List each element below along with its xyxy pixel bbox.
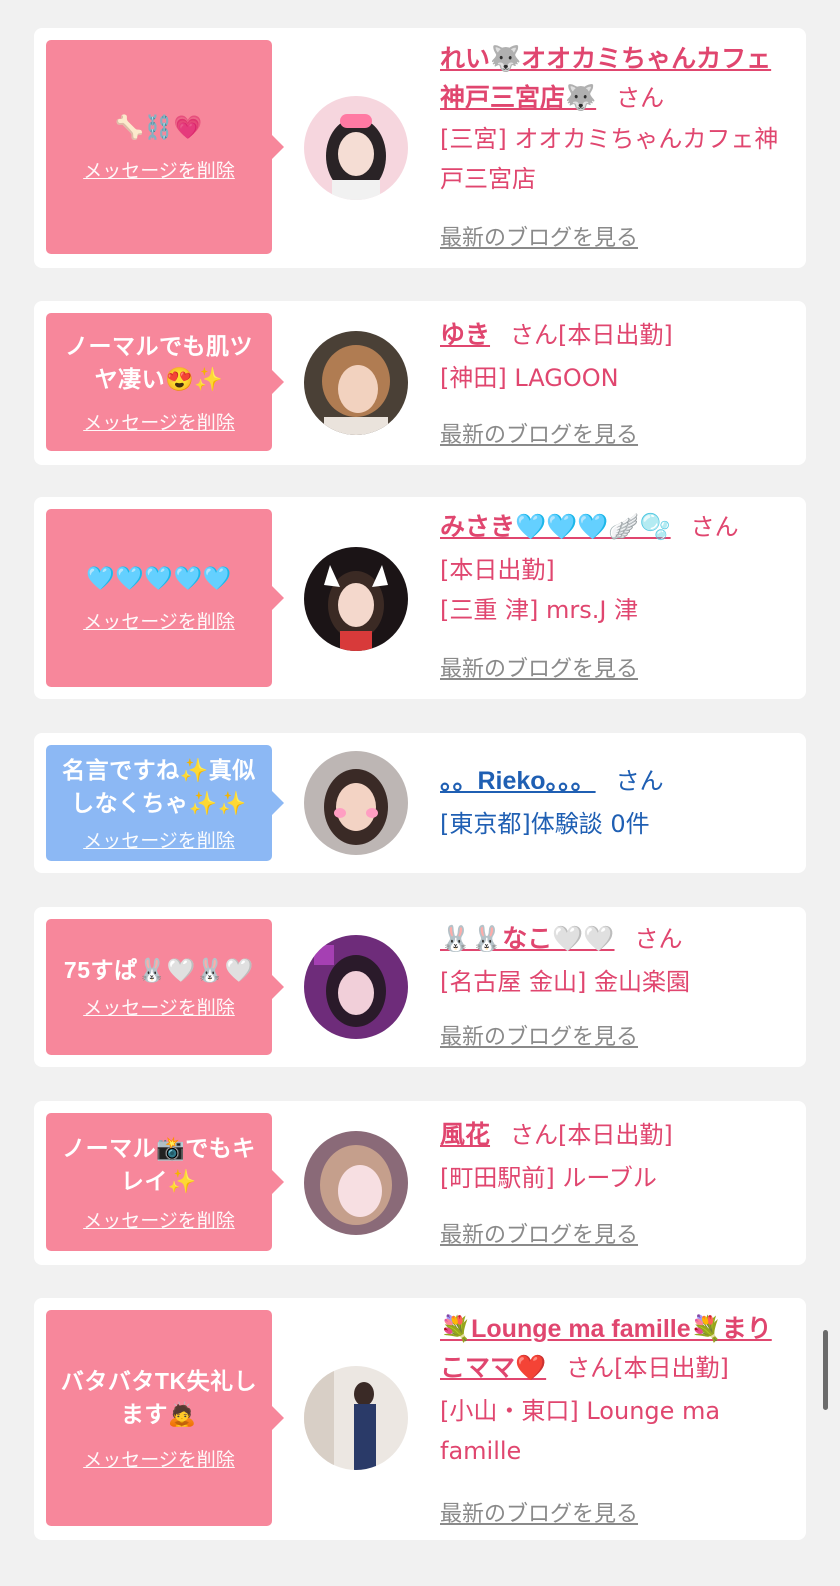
girl-name-link[interactable]: 🐰🐰なこ🤍🤍 [440, 925, 615, 953]
latest-blog-link[interactable]: 最新のブログを見る [440, 417, 638, 449]
shop-info: [名古屋 金山] 金山楽園 [440, 968, 690, 996]
message-text: ノーマルでも肌ツヤ凄い😍✨ [65, 332, 253, 392]
reviewer-name-link[interactable]: 。。Rieko。。。 [440, 767, 596, 795]
girl-name-link[interactable]: れい🐺オオカミちゃんカフェ神戸三宮店🐺 [440, 45, 771, 112]
girl-name-link[interactable]: 風花 [440, 1121, 490, 1149]
latest-blog-link[interactable]: 最新のブログを見る [440, 220, 638, 252]
message-text: ノーマル📸でもキレイ✨ [62, 1134, 256, 1194]
message-card: 75すぱ🐰🤍🐰🤍 メッセージを削除 🐰🐰なこ🤍🤍 さん [名古屋 金山] 金山楽園… [34, 907, 806, 1067]
status: [本日出勤] [614, 1354, 729, 1382]
delete-message-link[interactable]: メッセージを削除 [83, 408, 235, 435]
message-card: 🦴⛓️💗 メッセージを削除 れい🐺オオカミちゃんカフェ神戸三宮店🐺 さん [三宮]… [34, 28, 806, 268]
message-bubble: ノーマルでも肌ツヤ凄い😍✨ メッセージを削除 [46, 313, 284, 451]
message-text: 75すぱ🐰🤍🐰🤍 [63, 957, 255, 983]
avatar[interactable] [304, 96, 408, 200]
delete-message-link[interactable]: メッセージを削除 [83, 156, 235, 183]
message-card: 名言ですね✨真似しなくちゃ✨✨ メッセージを削除 。。Rieko。。。 さん [東… [34, 733, 806, 873]
profile-info: れい🐺オオカミちゃんカフェ神戸三宮店🐺 さん [三宮] オオカミちゃんカフェ神戸三… [440, 40, 796, 251]
message-bubble: 🦴⛓️💗 メッセージを削除 [46, 40, 284, 254]
latest-blog-link[interactable]: 最新のブログを見る [440, 1496, 638, 1528]
avatar[interactable] [304, 331, 408, 435]
message-bubble: 75すぱ🐰🤍🐰🤍 メッセージを削除 [46, 919, 284, 1055]
latest-blog-link[interactable]: 最新のブログを見る [440, 1019, 638, 1051]
scrollbar[interactable] [823, 1330, 828, 1410]
profile-info: みさき🩵🩵🩵🪽🫧 さん [本日出勤] [三重 津] mrs.J 津 最新のブログを… [440, 507, 796, 682]
message-bubble: バタバタTK失礼します🙇 メッセージを削除 [46, 1310, 284, 1526]
message-card: 🩵🩵🩵🩵🩵 メッセージを削除 みさき🩵🩵🩵🪽🫧 さん [本日出勤] [三重 津] … [34, 497, 806, 699]
status: [本日出勤] [440, 556, 555, 584]
latest-blog-link[interactable]: 最新のブログを見る [440, 1217, 638, 1249]
avatar[interactable] [304, 1366, 408, 1470]
shop-info: [三宮] オオカミちゃんカフェ神戸三宮店 [440, 125, 779, 193]
message-bubble: ノーマル📸でもキレイ✨ メッセージを削除 [46, 1113, 284, 1251]
review-info: [東京都]体験談 0件 [440, 810, 650, 838]
status: [本日出勤] [558, 1121, 673, 1149]
honorific: さん [690, 513, 739, 541]
honorific: さん [510, 321, 559, 349]
delete-message-link[interactable]: メッセージを削除 [83, 993, 235, 1020]
message-text: 🩵🩵🩵🩵🩵 [86, 565, 232, 591]
latest-blog-link[interactable]: 最新のブログを見る [440, 651, 638, 683]
profile-info: 風花 さん[本日出勤] [町田駅前] ルーブル 最新のブログを見る [440, 1115, 796, 1248]
girl-name-link[interactable]: みさき🩵🩵🩵🪽🫧 [440, 513, 671, 541]
delete-message-link[interactable]: メッセージを削除 [83, 1445, 235, 1472]
message-list: 🦴⛓️💗 メッセージを削除 れい🐺オオカミちゃんカフェ神戸三宮店🐺 さん [三宮]… [0, 0, 840, 1586]
message-text: バタバタTK失礼します🙇 [60, 1367, 258, 1427]
profile-info: ゆき さん[本日出勤] [神田] LAGOON 最新のブログを見る [440, 315, 796, 448]
delete-message-link[interactable]: メッセージを削除 [83, 607, 235, 634]
honorific: さん [566, 1354, 615, 1382]
shop-info: [神田] LAGOON [440, 364, 619, 392]
honorific: さん [634, 925, 683, 953]
status: [本日出勤] [558, 321, 673, 349]
avatar[interactable] [304, 1131, 408, 1235]
message-text: 名言ですね✨真似しなくちゃ✨✨ [62, 756, 256, 816]
message-bubble: 🩵🩵🩵🩵🩵 メッセージを削除 [46, 509, 284, 687]
shop-info: [三重 津] mrs.J 津 [440, 596, 639, 624]
delete-message-link[interactable]: メッセージを削除 [83, 826, 235, 853]
shop-info: [小山・東口] Lounge ma famille [440, 1397, 721, 1465]
honorific: さん [510, 1121, 559, 1149]
delete-message-link[interactable]: メッセージを削除 [83, 1206, 235, 1233]
avatar[interactable] [304, 751, 408, 855]
shop-info: [町田駅前] ルーブル [440, 1164, 657, 1192]
girl-name-link[interactable]: ゆき [440, 321, 490, 349]
profile-info: 💐Lounge ma famille💐まりこママ❤️ さん[本日出勤] [小山・東… [440, 1310, 796, 1527]
profile-info: 🐰🐰なこ🤍🤍 さん [名古屋 金山] 金山楽園 最新のブログを見る [440, 919, 796, 1050]
message-card: ノーマル📸でもキレイ✨ メッセージを削除 風花 さん[本日出勤] [町田駅前] ル… [34, 1101, 806, 1265]
honorific: さん [615, 767, 664, 795]
avatar[interactable] [304, 935, 408, 1039]
message-text: 🦴⛓️💗 [115, 114, 203, 140]
message-bubble: 名言ですね✨真似しなくちゃ✨✨ メッセージを削除 [46, 745, 284, 861]
message-card: バタバタTK失礼します🙇 メッセージを削除 💐Lounge ma famille… [34, 1298, 806, 1540]
profile-info: 。。Rieko。。。 さん [東京都]体験談 0件 [440, 761, 796, 844]
message-card: ノーマルでも肌ツヤ凄い😍✨ メッセージを削除 ゆき さん[本日出勤] [神田] L… [34, 301, 806, 465]
avatar[interactable] [304, 547, 408, 651]
honorific: さん [616, 84, 665, 112]
